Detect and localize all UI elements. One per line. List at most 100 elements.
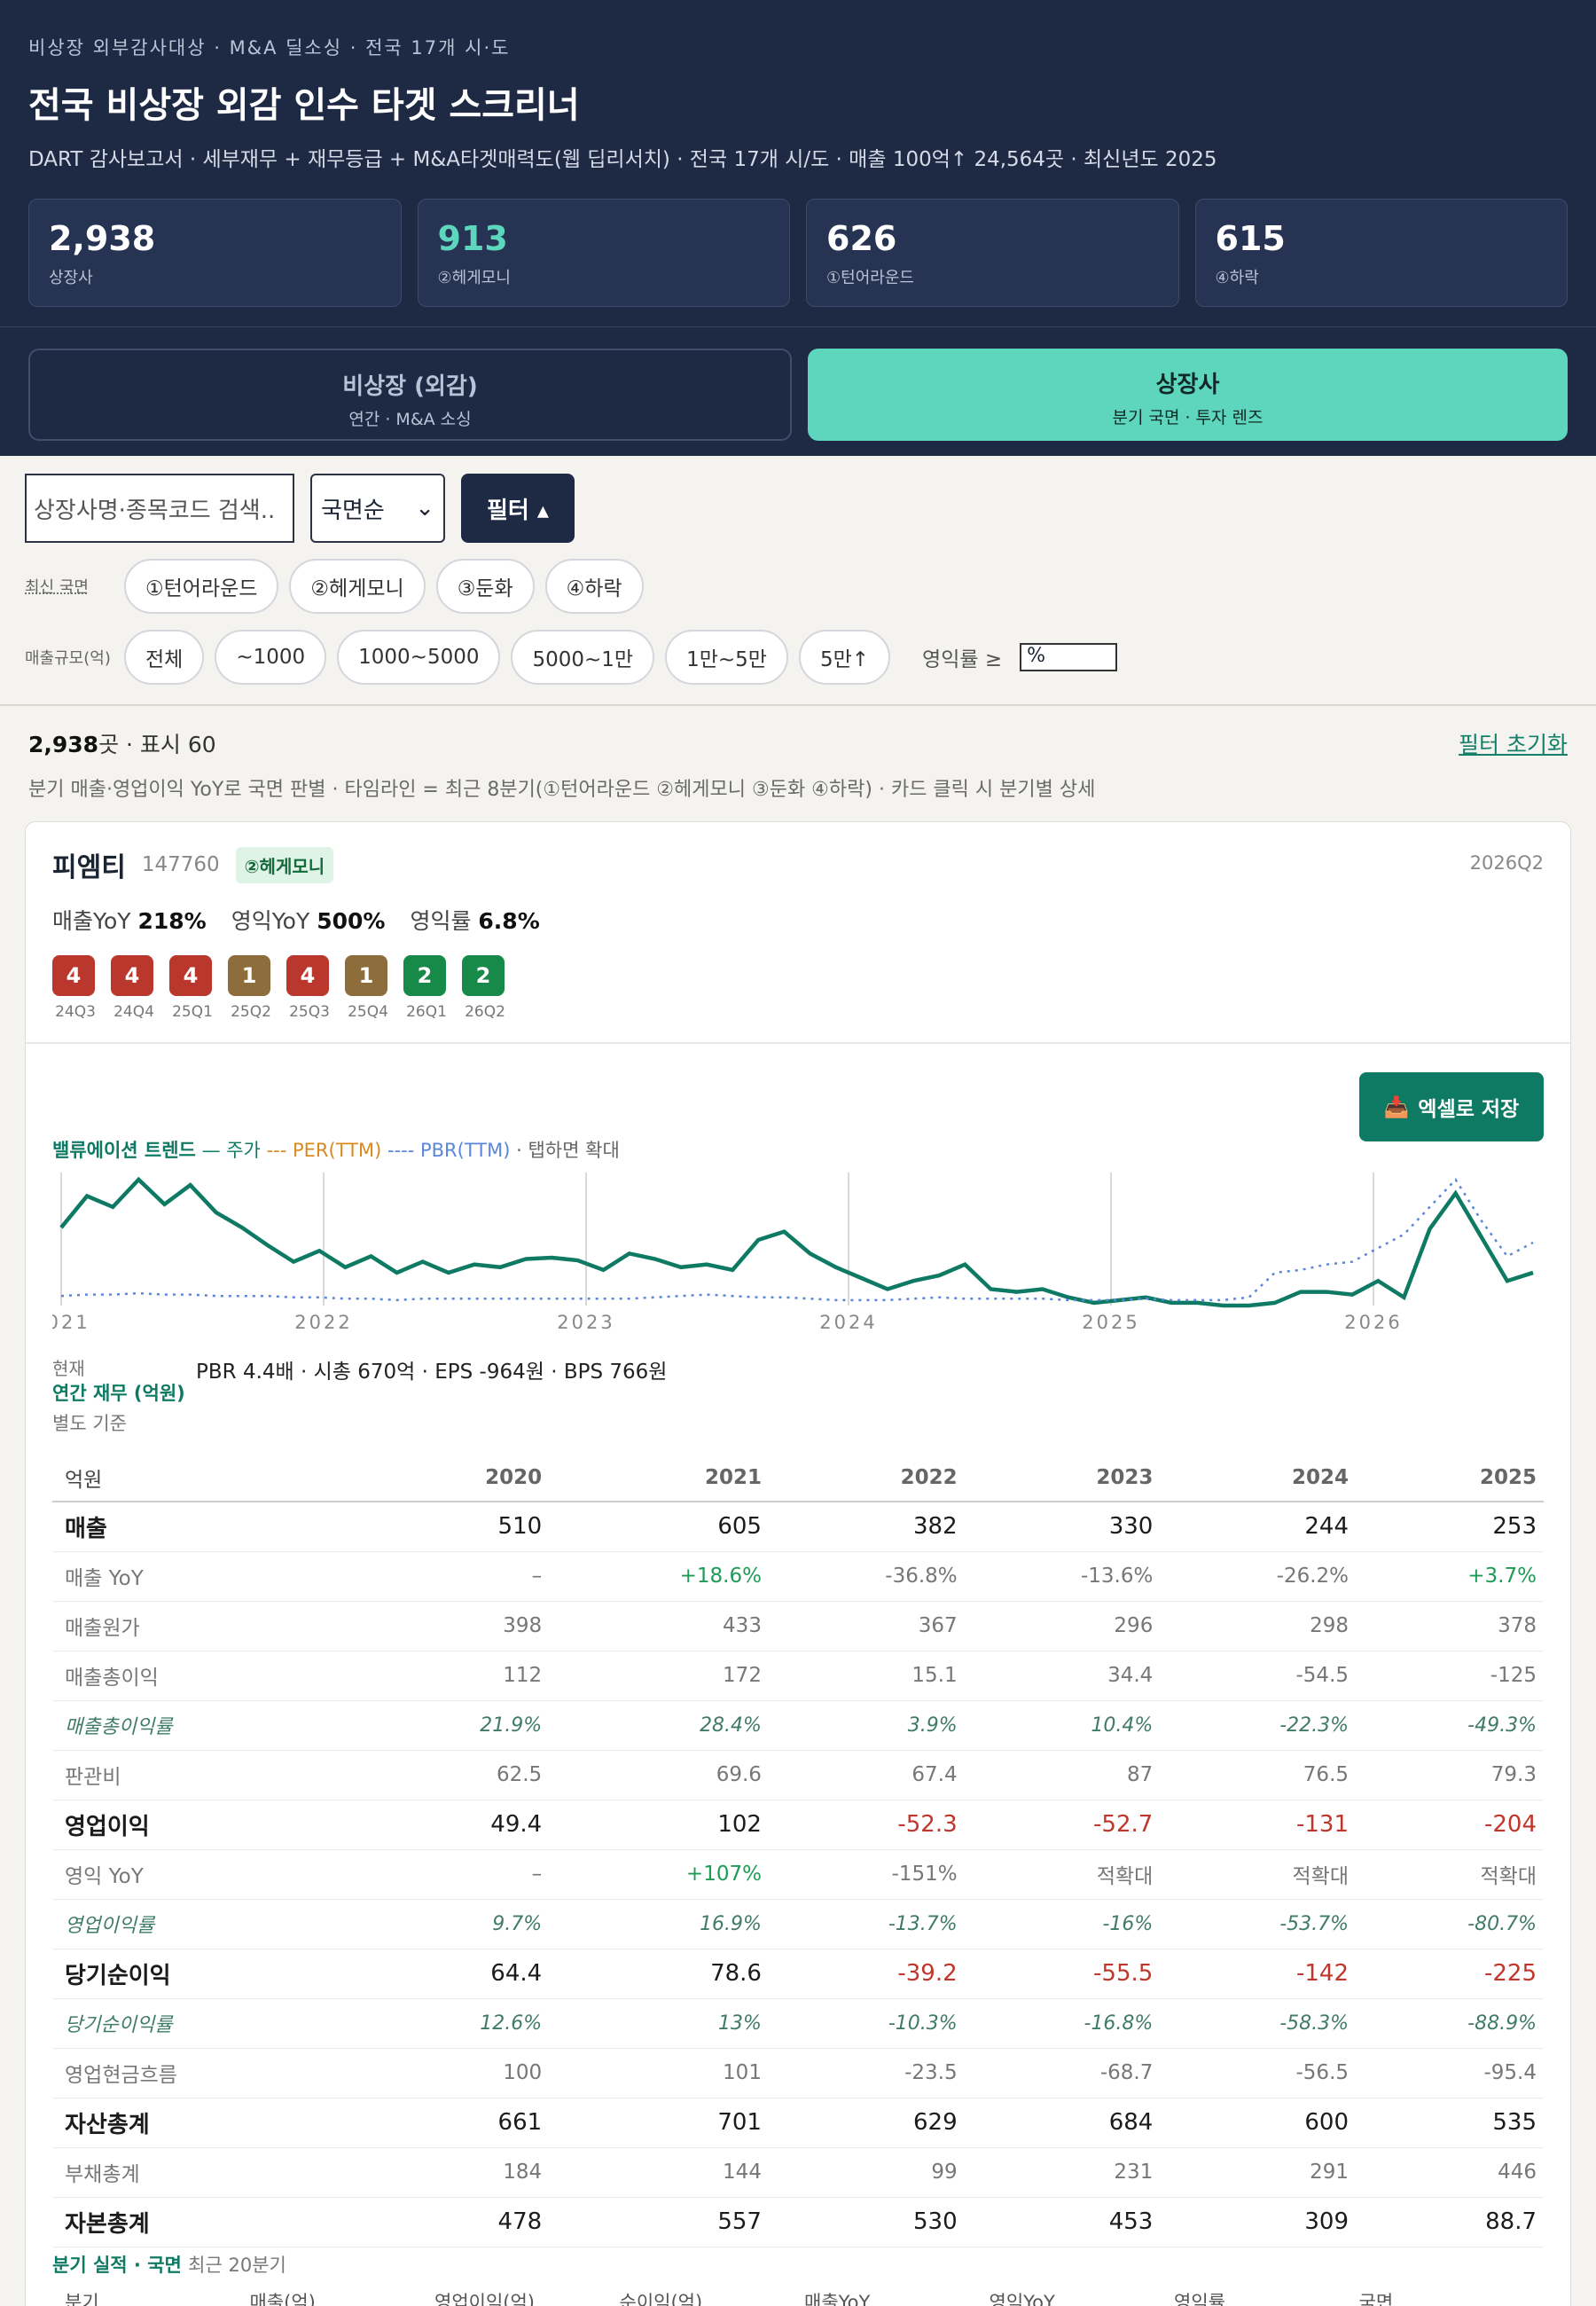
tab-unlisted[interactable]: 비상장 (외감) 연간 · M&A 소싱 [28,349,792,441]
table-cell: 매출 YoY [52,1551,379,1602]
table-cell: 291 [1160,2147,1357,2198]
annual-financials: 연간 재무 (억원) 별도 기준 억원 2020 2021 2022 2023 2024 2… [26,1379,1570,2306]
x-tick-label: 2025 [1082,1312,1139,1333]
phase-box: 4 [169,955,212,996]
tab-listed[interactable]: 상장사 분기 국면 · 투자 렌즈 [808,349,1568,441]
table-cell: 535 [1356,2098,1544,2148]
reset-filters-link[interactable]: 필터 초기화 [1459,727,1568,759]
table-cell: 적확대 [964,1849,1161,1900]
table-cell: 영익 YoY [52,1849,379,1900]
current-valuation: 현재 PBR 4.4배 · 시총 670억 · EPS -964원 · BPS … [52,1354,667,1384]
table-cell: -52.3 [768,1800,965,1850]
quarterly-header-cell: 영업이익(억) [434,2291,535,2306]
legend-per: --- PER(TTM) [266,1140,382,1161]
table-cell: +18.6% [549,1551,769,1602]
stat-card-listed: 2,938 상장사 [28,199,402,307]
quarterly-header: 분기 매출(억) 영업이익(억) 순이익(억) 매출YoY 영익YoY 영익률 국면 [52,2288,1544,2306]
table-cell: -80.7% [1356,1899,1544,1949]
table-cell: -13.6% [964,1551,1161,1602]
metric-label: 영익률 [410,908,472,934]
table-cell: -125 [1356,1651,1544,1701]
result-count-suffix: 곳 · 표시 60 [98,732,216,757]
timeline-quarter: 4 25Q3 [286,955,332,1021]
table-cell: 530 [768,2197,965,2247]
sort-select[interactable]: 국면순 ⌄ [310,474,445,543]
metric-value: 6.8% [478,908,540,934]
table-cell: -52.7 [964,1800,1161,1850]
table-row: 매출총이익 112 172 15.1 34.4 -54.5 -125 [52,1651,1544,1701]
stat-value: 2,938 [49,219,156,258]
phase-note: 분기 매출·영업이익 YoY로 국면 판별 · 타임라인 = 최근 8분기(①턴… [28,779,1096,801]
table-cell: -131 [1160,1800,1357,1850]
result-summary: 2,938곳 · 표시 60 필터 초기화 [0,706,1596,759]
table-cell: 15.1 [768,1651,965,1701]
op-margin-label: 영익률 ≥ [922,648,1003,671]
quarter-label: 25Q4 [348,1003,388,1021]
quarterly-sub: 최근 20분기 [188,2254,286,2276]
table-cell: -39.2 [768,1949,965,1999]
table-cell: 자본총계 [52,2197,379,2247]
quarterly-title-text: 분기 실적 · 국면 [52,2254,182,2276]
valuation-chart[interactable]: 2021 2022 2023 2024 2025 2026 [52,1164,1538,1354]
table-cell: 398 [378,1601,550,1651]
table-cell: 13% [549,1998,769,2049]
chip-size-2[interactable]: 1000~5000 [337,630,501,685]
table-cell: 101 [549,2048,769,2098]
size-filter-row: 매출규모(억) 전체 ~1000 1000~5000 5000~1만 1만~5만… [25,630,1571,685]
quarterly-header-cell: 매출(억) [249,2291,316,2306]
table-header-cell: 2023 [964,1454,1161,1502]
search-input[interactable]: 상장사명·종목코드 검색.. [25,474,294,543]
chip-phase-hegemony[interactable]: ②헤게모니 [289,559,426,614]
chip-size-3[interactable]: 5000~1만 [511,630,655,685]
chip-size-4[interactable]: 1만~5만 [665,630,788,685]
stat-label: ①턴어라운드 [826,269,914,287]
op-margin-input[interactable]: % [1020,643,1118,671]
phase-box: 2 [403,955,446,996]
table-cell: 453 [964,2197,1161,2247]
inbox-icon: 📥 [1383,1095,1410,1119]
phase-badge: ②헤게모니 [235,846,334,883]
table-row: 영업이익 49.4 102 -52.3 -52.7 -131 -204 [52,1800,1544,1850]
chip-phase-decline[interactable]: ④하락 [544,559,644,614]
timeline-quarter: 4 25Q1 [169,955,215,1021]
table-cell: -10.3% [768,1998,965,2049]
quarterly-header-cell: 분기 [65,2291,99,2306]
table-cell: 16.9% [549,1899,769,1949]
chip-size-5[interactable]: 5만↑ [798,630,891,685]
header: 비상장 외부감사대상 · M&A 딜소싱 · 전국 17개 시·도 전국 비상장… [0,0,1596,326]
table-row: 매출총이익률 21.9% 28.4% 3.9% 10.4% -22.3% -49.3% [52,1700,1544,1751]
table-cell: 12.6% [378,1998,550,2049]
table-cell: 부채총계 [52,2147,379,2198]
table-cell: -88.9% [1356,1998,1544,2049]
table-cell: 64.4 [378,1949,550,1999]
table-cell: -142 [1160,1949,1357,1999]
table-cell: -23.5 [768,2048,965,2098]
quarterly-header-cell: 순이익(억) [619,2291,703,2306]
table-row: 자본총계 478 557 530 453 309 88.7 [52,2197,1544,2247]
excel-export-button[interactable]: 📥 엑셀로 저장 [1359,1072,1544,1141]
mode-tabs: 비상장 (외감) 연간 · M&A 소싱 상장사 분기 국면 · 투자 렌즈 [0,326,1596,456]
pbr-series-line [60,1177,1534,1302]
legend-tail: · 탭하면 확대 [516,1140,620,1161]
quarterly-header-cell: 영익률 [1174,2291,1225,2306]
table-header-cell: 억원 [52,1454,379,1502]
table-cell: 78.6 [549,1949,769,1999]
filter-button[interactable]: 필터 ▴ [461,474,575,543]
chip-size-all[interactable]: 전체 [124,630,205,685]
table-cell: +3.7% [1356,1551,1544,1602]
chip-phase-slowdown[interactable]: ③둔화 [435,559,535,614]
table-header-cell: 2020 [378,1454,550,1502]
table-cell: 112 [378,1651,550,1701]
table-cell: 557 [549,2197,769,2247]
excel-export-label: 엑셀로 저장 [1418,1098,1520,1121]
chip-size-1[interactable]: ~1000 [215,630,327,685]
table-cell: 684 [964,2098,1161,2148]
x-tick-label: 2022 [294,1312,352,1333]
table-cell: 172 [549,1651,769,1701]
chip-phase-turnaround[interactable]: ①턴어라운드 [124,559,279,614]
table-cell: 매출원가 [52,1601,379,1651]
table-cell: 296 [964,1601,1161,1651]
company-card[interactable]: 피엠티 147760 ②헤게모니 2026Q2 매출YoY 218% 영익YoY… [25,821,1571,2306]
phase-filter-row: 최신 국면 ①턴어라운드 ②헤게모니 ③둔화 ④하락 [25,559,1571,614]
table-cell: -22.3% [1160,1700,1357,1751]
